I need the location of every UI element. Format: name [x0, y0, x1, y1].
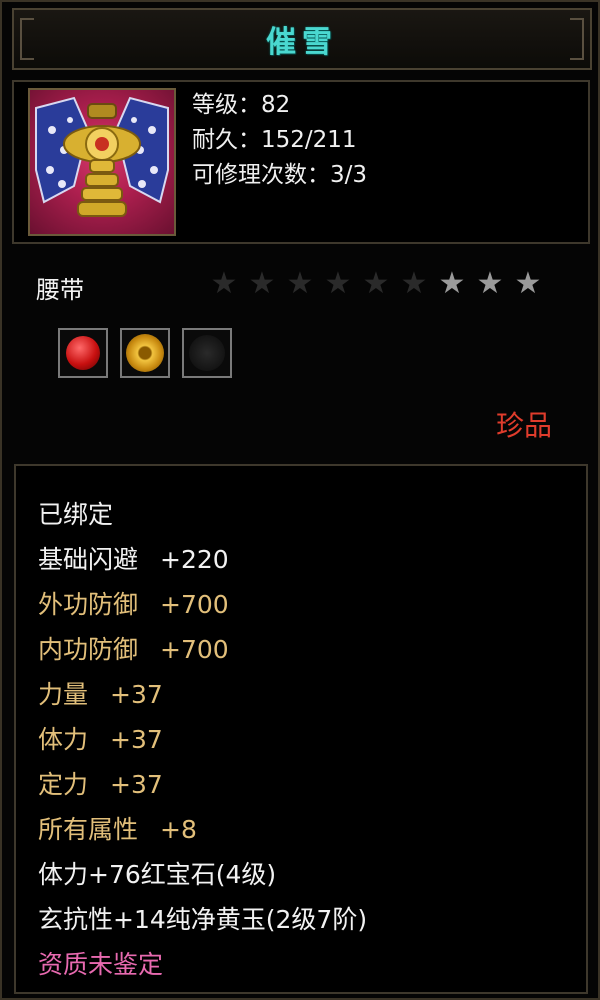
red-gem-icon	[66, 336, 100, 370]
attribute-name: 力量	[38, 680, 89, 709]
gem-slot-2[interactable]	[120, 328, 170, 378]
title-bar: 催雪	[12, 8, 592, 70]
gem-bonus-2: 玄抗性+14纯净黄玉(2级7阶)	[38, 905, 368, 934]
attributes-panel: 已绑定 基础闪避 +220 外功防御 +700 内功防御 +700 力量 +37 体力 +37 定力…	[14, 464, 588, 994]
attribute-value: +220	[160, 545, 229, 574]
item-tooltip: 催雪 等级：82 耐久：152/211 可修理次数：3/3 腰带 ★ ★ ★ ★…	[0, 0, 600, 1000]
attribute-name: 基础闪避	[38, 545, 139, 574]
attribute-row: 内功防御 +700	[38, 627, 367, 672]
attribute-name: 内功防御	[38, 635, 139, 664]
attribute-name: 所有属性	[38, 815, 139, 844]
attribute-value: +37	[110, 680, 163, 709]
star-icon: ★	[476, 266, 504, 301]
star-icon: ★	[362, 266, 390, 301]
attribute-name: 体力	[38, 725, 89, 754]
attribute-row: 定力 +37	[38, 762, 367, 807]
empty-slot-icon	[189, 335, 225, 371]
item-level: 等级：82	[192, 92, 291, 118]
gem-bonus-1: 体力+76红宝石(4级)	[38, 860, 277, 889]
attribute-row: 基础闪避 +220	[38, 537, 367, 582]
bound-status: 已绑定	[38, 500, 114, 529]
attribute-row: 力量 +37	[38, 672, 367, 717]
gem-slots	[58, 328, 232, 378]
gem-slot-1[interactable]	[58, 328, 108, 378]
star-icon: ★	[286, 266, 314, 301]
gold-gem-icon	[126, 334, 164, 372]
attribute-value: +37	[110, 725, 163, 754]
item-name: 催雪	[266, 25, 338, 60]
belt-icon	[28, 88, 176, 236]
item-repair-count: 可修理次数：3/3	[192, 162, 368, 188]
item-durability: 耐久：152/211	[192, 127, 357, 153]
item-type: 腰带	[36, 276, 84, 304]
gem-slot-3[interactable]	[182, 328, 232, 378]
star-icon: ★	[438, 266, 466, 301]
attribute-row: 外功防御 +700	[38, 582, 367, 627]
attribute-value: +37	[110, 770, 163, 799]
star-icon: ★	[514, 266, 542, 301]
item-info-panel: 等级：82 耐久：152/211 可修理次数：3/3	[12, 80, 590, 244]
attribute-row: 体力 +37	[38, 717, 367, 762]
attribute-row: 所有属性 +8	[38, 807, 367, 852]
attribute-list: 已绑定 基础闪避 +220 外功防御 +700 内功防御 +700 力量 +37 体力 +37 定力…	[38, 492, 367, 987]
rarity-label: 珍品	[495, 409, 552, 442]
quality-status: 资质未鉴定	[38, 950, 164, 979]
attribute-value: +700	[160, 635, 229, 664]
attribute-value: +700	[160, 590, 229, 619]
star-icon: ★	[210, 266, 238, 301]
star-icon: ★	[324, 266, 352, 301]
attribute-name: 定力	[38, 770, 89, 799]
item-stats: 等级：82 耐久：152/211 可修理次数：3/3	[192, 88, 367, 193]
attribute-value: +8	[160, 815, 197, 844]
attribute-name: 外功防御	[38, 590, 139, 619]
star-icon: ★	[400, 266, 428, 301]
star-icon: ★	[248, 266, 276, 301]
star-rating: ★ ★ ★ ★ ★ ★ ★ ★ ★	[208, 268, 544, 300]
